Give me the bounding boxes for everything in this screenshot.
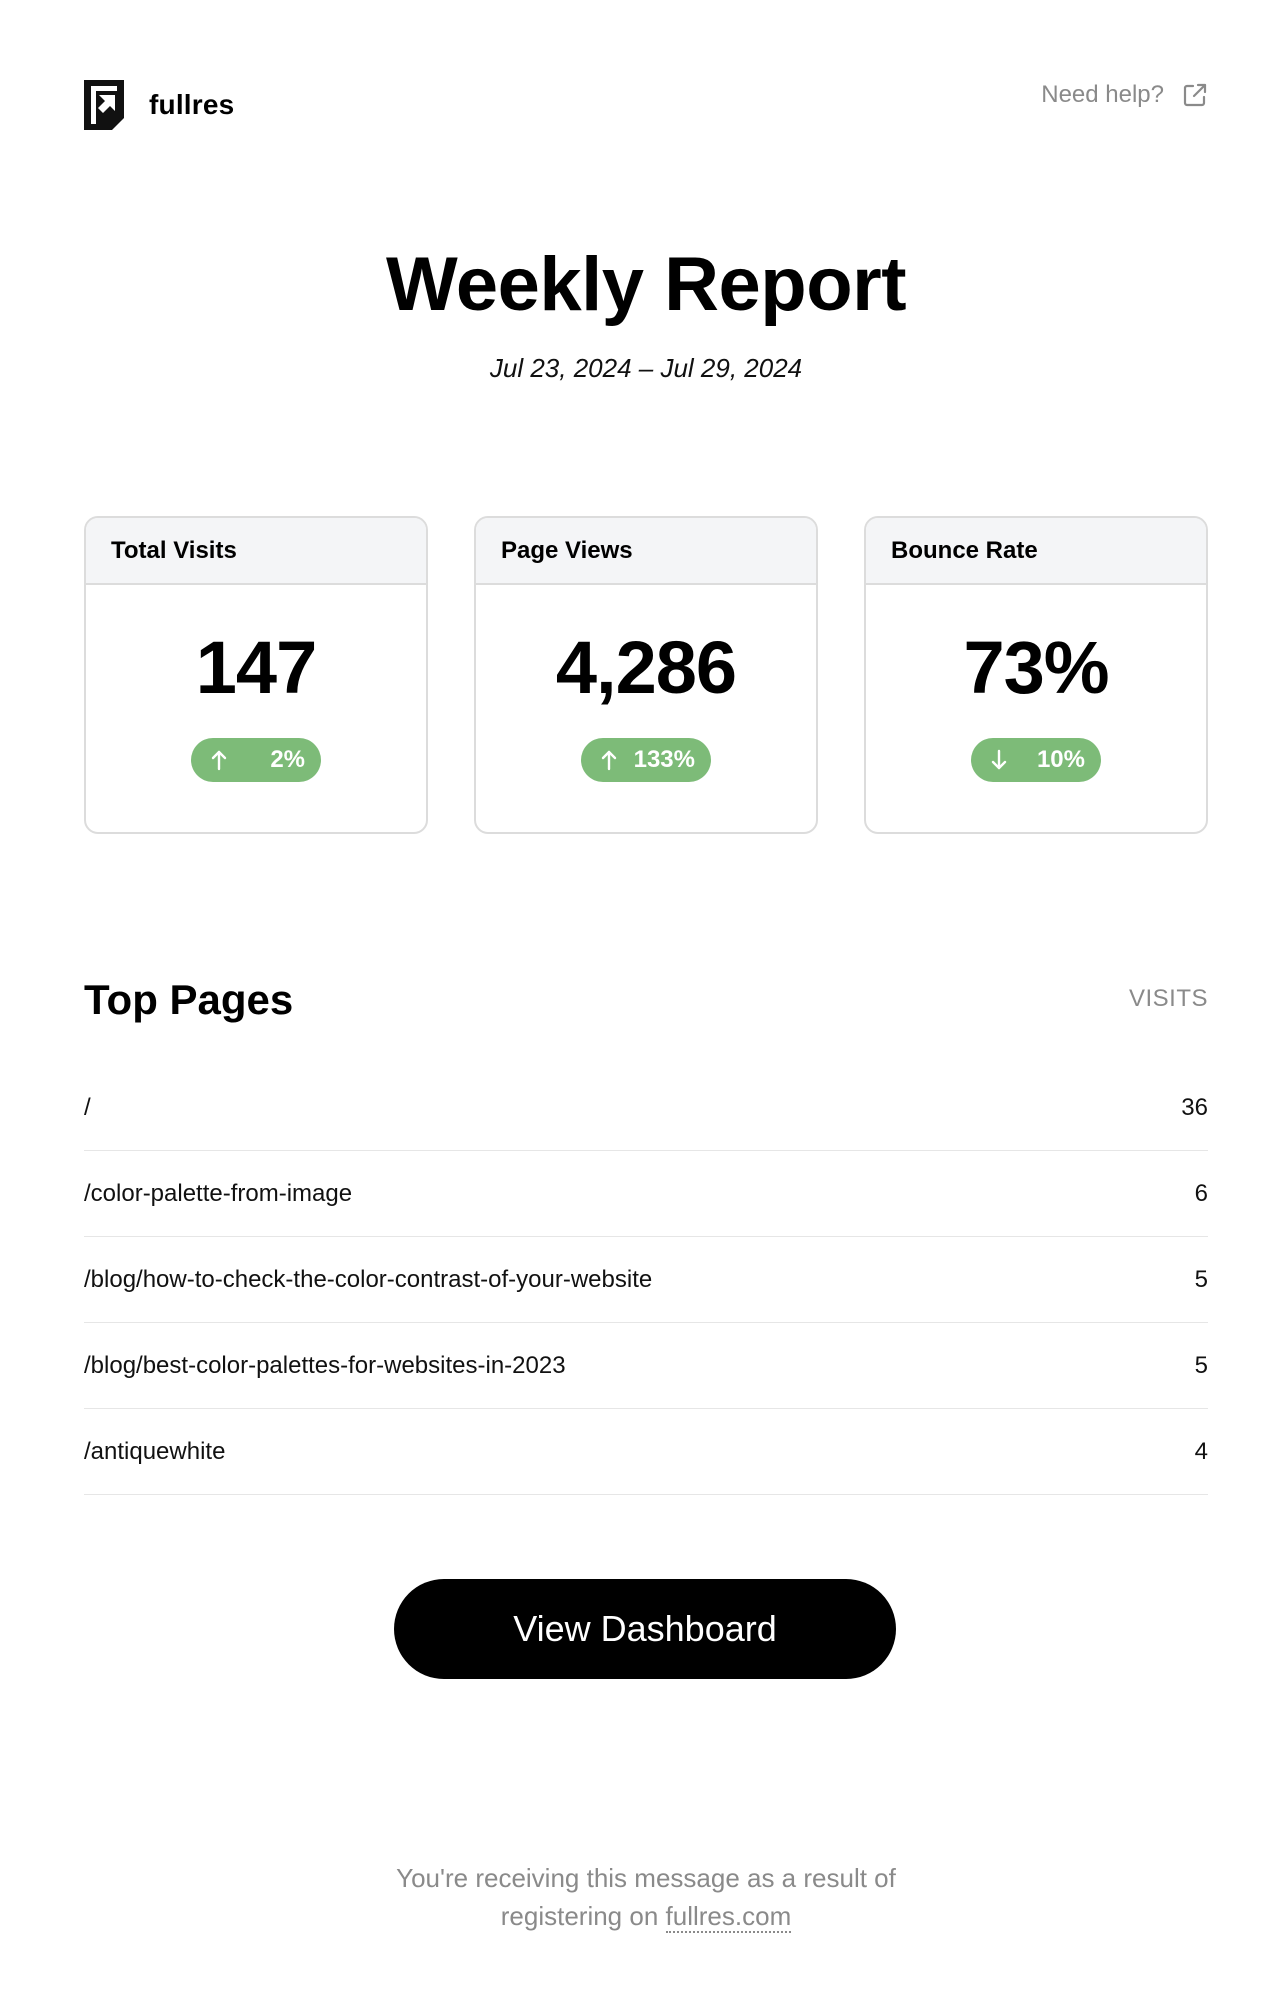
- page-path: /: [84, 1093, 91, 1121]
- stat-card-value: 73%: [963, 626, 1109, 709]
- top-pages-list: / 36 /color-palette-from-image 6 /blog/h…: [84, 1065, 1208, 1495]
- need-help-link[interactable]: Need help?: [1041, 80, 1208, 110]
- view-dashboard-button[interactable]: View Dashboard: [394, 1579, 896, 1679]
- stat-card-total-visits: Total Visits 147 2%: [84, 516, 428, 834]
- table-row: /color-palette-from-image 6: [84, 1151, 1208, 1237]
- brand[interactable]: fullres: [84, 80, 234, 130]
- need-help-label: Need help?: [1041, 81, 1164, 108]
- arrow-up-icon: [601, 750, 617, 771]
- change-badge: 133%: [581, 738, 711, 782]
- page-path: /antiquewhite: [84, 1437, 226, 1465]
- arrow-down-icon: [991, 749, 1007, 770]
- stat-card-bounce-rate: Bounce Rate 73% 10%: [864, 516, 1208, 834]
- stat-cards: Total Visits 147 2% Page Views 4,286 133…: [84, 516, 1208, 834]
- external-link-icon: [1183, 83, 1207, 107]
- table-row: /blog/best-color-palettes-for-websites-i…: [84, 1323, 1208, 1409]
- stat-card-value: 147: [195, 626, 317, 709]
- stat-card-label: Bounce Rate: [866, 518, 1206, 585]
- report-title: Weekly Report: [385, 242, 907, 327]
- visits-column-header: VISITS: [1128, 985, 1208, 1012]
- change-value: 10%: [1036, 746, 1085, 773]
- footer-line-2: registering on fullres.com: [84, 1897, 1208, 1935]
- page-visits: 5: [1194, 1265, 1208, 1293]
- page-path: /blog/best-color-palettes-for-websites-i…: [84, 1351, 566, 1379]
- table-row: / 36: [84, 1065, 1208, 1151]
- email-container: fullres Need help? Weekly Report Jul 23,…: [84, 0, 1208, 2007]
- header: fullres Need help?: [84, 80, 1208, 136]
- top-pages-title: Top Pages: [84, 976, 294, 1023]
- page-visits: 5: [1194, 1351, 1208, 1379]
- change-value: 2%: [270, 746, 305, 773]
- footer-line-1: You're receiving this message as a resul…: [396, 1863, 896, 1893]
- change-value: 133%: [633, 746, 695, 773]
- change-badge: 2%: [191, 738, 321, 782]
- stat-card-page-views: Page Views 4,286 133%: [474, 516, 818, 834]
- page-visits: 4: [1194, 1437, 1208, 1465]
- stat-card-label: Total Visits: [86, 518, 426, 585]
- stat-card-value: 4,286: [555, 626, 737, 709]
- page-visits: 36: [1181, 1093, 1208, 1121]
- fullres-logo-icon: [84, 80, 124, 130]
- table-row: /blog/how-to-check-the-color-contrast-of…: [84, 1237, 1208, 1323]
- table-row: /antiquewhite 4: [84, 1409, 1208, 1495]
- page-path: /blog/how-to-check-the-color-contrast-of…: [84, 1265, 653, 1293]
- stat-card-label: Page Views: [476, 518, 816, 585]
- brand-name: fullres: [149, 89, 235, 120]
- report-date-range: Jul 23, 2024 – Jul 29, 2024: [489, 353, 803, 383]
- change-badge: 10%: [971, 738, 1101, 782]
- footer-line-2-prefix: registering on: [500, 1901, 659, 1931]
- page-path: /color-palette-from-image: [84, 1179, 353, 1207]
- fullres-link[interactable]: fullres.com: [665, 1901, 792, 1933]
- arrow-up-icon: [211, 750, 227, 771]
- page-visits: 6: [1194, 1179, 1208, 1207]
- footer: You're receiving this message as a resul…: [84, 1859, 1208, 1935]
